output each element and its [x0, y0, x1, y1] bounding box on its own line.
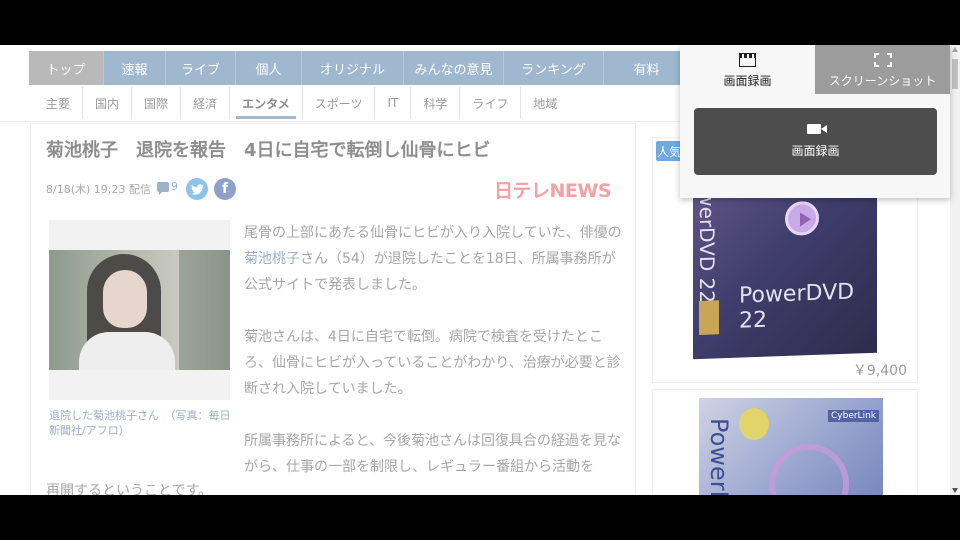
article-card: 菊池桃子 退院を報告 4日に自宅で転倒し仙骨にヒビ 8/18(木) 19:23 … — [30, 123, 636, 495]
top-nav: トップ 速報 ライブ 個人 オリジナル みんなの意見 ランキング 有料 — [29, 51, 689, 85]
article-title: 菊池桃子 退院を報告 4日に自宅で転倒し仙骨にヒビ — [46, 140, 491, 161]
subnav-item-it[interactable]: IT — [375, 87, 412, 119]
tab-screenshot[interactable]: スクリーンショット — [815, 45, 950, 94]
subnav-item-economy[interactable]: 経済 — [181, 87, 231, 119]
scrollbar-thumb[interactable] — [952, 59, 958, 89]
article-meta: 8/18(木) 19:23 配信 — [46, 183, 151, 196]
product-card[interactable]: PowerD CyberLink — [652, 389, 918, 495]
photo-caption: 退院した菊池桃子さん （写真：毎日新聞社/アフロ） — [49, 409, 231, 437]
scroll-up-icon[interactable] — [952, 47, 958, 52]
tab-screen-recording[interactable]: 画面録画 — [680, 45, 815, 94]
nav-item-ranking[interactable]: ランキング — [504, 51, 604, 85]
category-subnav: 主要 国内 国際 経済 エンタメ スポーツ IT 科学 ライフ 地域 — [34, 87, 569, 119]
comment-count: 9 — [171, 180, 178, 193]
subnav-item-domestic[interactable]: 国内 — [83, 87, 133, 119]
twitter-icon — [190, 183, 204, 195]
subnav-item-sports[interactable]: スポーツ — [303, 87, 376, 119]
source-logo: 日テレNEWS — [494, 180, 612, 202]
screenshot-corners-icon — [873, 53, 892, 67]
letterbox-bottom — [0, 495, 960, 540]
play-icon — [785, 200, 819, 236]
facebook-icon: f — [221, 181, 229, 197]
subnav-item-local[interactable]: 地域 — [521, 87, 569, 119]
nav-item-top[interactable]: トップ — [29, 51, 104, 85]
award-medal-icon — [739, 408, 769, 440]
subnav-item-main[interactable]: 主要 — [34, 87, 84, 119]
popular-badge: 人気 — [656, 141, 682, 161]
nav-item-breaking[interactable]: 速報 — [104, 51, 166, 85]
tab-label: 画面録画 — [723, 74, 772, 88]
subnav-item-international[interactable]: 国際 — [132, 87, 182, 119]
nav-item-original[interactable]: オリジナル — [302, 51, 404, 85]
page-scrollbar[interactable] — [950, 45, 960, 495]
article-paragraph: 所属事務所によると、今後菊池さんは回復具合の経過を見ながら、仕事の一部を制限し、… — [244, 433, 622, 475]
browser-viewport: トップ 速報 ライブ 個人 オリジナル みんなの意見 ランキング 有料 主要 国… — [0, 45, 960, 495]
article-paragraph: 菊池さんは、4日に自宅で転倒。病院で検査を受けたところ、仙骨にヒビが入っているこ… — [244, 329, 621, 397]
nav-item-paid[interactable]: 有料 — [604, 51, 689, 85]
tab-label: スクリーンショット — [828, 74, 937, 88]
facebook-share-button[interactable]: f — [214, 178, 236, 200]
nav-item-live[interactable]: ライブ — [166, 51, 236, 85]
capture-popup: 画面録画 スクリーンショット 画面録画 — [680, 45, 950, 198]
product-image: PowerD CyberLink — [699, 398, 883, 495]
comment-link[interactable]: 9 — [157, 180, 178, 195]
clapperboard-icon — [738, 53, 756, 67]
button-label: 画面録画 — [791, 144, 840, 158]
article-photo-frame — [49, 220, 230, 400]
scroll-down-icon[interactable] — [952, 488, 958, 493]
comment-icon — [157, 181, 169, 195]
letterbox-top — [0, 0, 960, 45]
article-body: 尾骨の上部にあたる仙骨にヒビが入り入院していた、俳優の菊池桃子さん（54）が退院… — [244, 220, 624, 495]
subnav-item-entertainment[interactable]: エンタメ — [230, 87, 303, 119]
person-link[interactable]: 菊池桃子 — [244, 251, 300, 267]
nav-item-personal[interactable]: 個人 — [236, 51, 302, 85]
article-paragraph-tail: 再開するということです。 — [46, 483, 213, 495]
product-price: ￥9,400 — [852, 363, 907, 379]
article-paragraph: 尾骨の上部にあたる仙骨にヒビが入り入院していた、俳優の菊池桃子さん（54）が退院… — [244, 225, 622, 293]
subnav-item-life[interactable]: ライフ — [460, 87, 522, 119]
twitter-share-button[interactable] — [186, 178, 208, 200]
nav-item-opinions[interactable]: みんなの意見 — [404, 51, 504, 85]
subnav-item-science[interactable]: 科学 — [411, 87, 461, 119]
product-brand: PowerDVD 22 — [739, 279, 855, 334]
article-photo[interactable] — [49, 250, 230, 370]
start-recording-button[interactable]: 画面録画 — [694, 108, 937, 175]
video-camera-icon — [806, 124, 827, 134]
